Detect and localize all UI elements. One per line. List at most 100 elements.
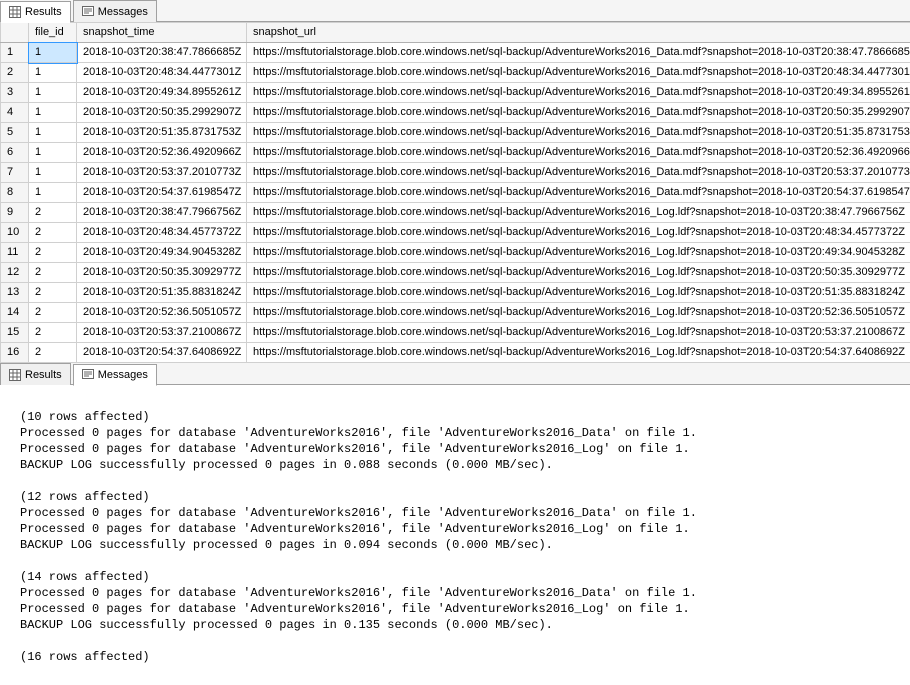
cell-snapshot-time[interactable]: 2018-10-03T20:52:36.4920966Z	[77, 143, 247, 163]
row-number[interactable]: 5	[1, 123, 29, 143]
cell-file-id[interactable]: 2	[29, 243, 77, 263]
cell-snapshot-time[interactable]: 2018-10-03T20:53:37.2100867Z	[77, 323, 247, 343]
row-number[interactable]: 8	[1, 183, 29, 203]
cell-snapshot-time[interactable]: 2018-10-03T20:38:47.7966756Z	[77, 203, 247, 223]
cell-file-id[interactable]: 2	[29, 303, 77, 323]
cell-file-id[interactable]: 1	[29, 63, 77, 83]
row-number[interactable]: 1	[1, 43, 29, 63]
table-row[interactable]: 512018-10-03T20:51:35.8731753Zhttps://ms…	[1, 123, 910, 143]
message-line: BACKUP LOG successfully processed 0 page…	[20, 618, 553, 632]
cell-snapshot-time[interactable]: 2018-10-03T20:54:37.6198547Z	[77, 183, 247, 203]
row-number[interactable]: 4	[1, 103, 29, 123]
cell-snapshot-url[interactable]: https://msftutorialstorage.blob.core.win…	[247, 143, 910, 163]
cell-snapshot-time[interactable]: 2018-10-03T20:54:37.6408692Z	[77, 343, 247, 363]
message-line: (12 rows affected)	[20, 490, 150, 504]
results-grid[interactable]: file_id snapshot_time snapshot_url 11201…	[0, 22, 910, 363]
cell-snapshot-url[interactable]: https://msftutorialstorage.blob.core.win…	[247, 303, 910, 323]
row-number[interactable]: 14	[1, 303, 29, 323]
table-row[interactable]: 112018-10-03T20:38:47.7866685Zhttps://ms…	[1, 43, 910, 63]
row-number[interactable]: 11	[1, 243, 29, 263]
table-row[interactable]: 412018-10-03T20:50:35.2992907Zhttps://ms…	[1, 103, 910, 123]
cell-snapshot-time[interactable]: 2018-10-03T20:52:36.5051057Z	[77, 303, 247, 323]
col-rownum[interactable]	[1, 23, 29, 43]
cell-snapshot-time[interactable]: 2018-10-03T20:49:34.9045328Z	[77, 243, 247, 263]
grid-header-row: file_id snapshot_time snapshot_url	[1, 23, 910, 43]
tab-results[interactable]: Results	[0, 1, 71, 23]
cell-file-id[interactable]: 2	[29, 203, 77, 223]
message-line: Processed 0 pages for database 'Adventur…	[20, 586, 697, 600]
cell-snapshot-time[interactable]: 2018-10-03T20:50:35.2992907Z	[77, 103, 247, 123]
table-row[interactable]: 212018-10-03T20:48:34.4477301Zhttps://ms…	[1, 63, 910, 83]
table-row[interactable]: 1422018-10-03T20:52:36.5051057Zhttps://m…	[1, 303, 910, 323]
table-row[interactable]: 922018-10-03T20:38:47.7966756Zhttps://ms…	[1, 203, 910, 223]
cell-file-id[interactable]: 1	[29, 143, 77, 163]
cell-file-id[interactable]: 2	[29, 323, 77, 343]
table-row[interactable]: 1622018-10-03T20:54:37.6408692Zhttps://m…	[1, 343, 910, 363]
cell-snapshot-url[interactable]: https://msftutorialstorage.blob.core.win…	[247, 63, 910, 83]
row-number[interactable]: 13	[1, 283, 29, 303]
table-row[interactable]: 812018-10-03T20:54:37.6198547Zhttps://ms…	[1, 183, 910, 203]
tab-results-2[interactable]: Results	[0, 363, 71, 385]
cell-snapshot-time[interactable]: 2018-10-03T20:48:34.4577372Z	[77, 223, 247, 243]
cell-snapshot-url[interactable]: https://msftutorialstorage.blob.core.win…	[247, 103, 910, 123]
col-snapshot-time[interactable]: snapshot_time	[77, 23, 247, 43]
cell-snapshot-url[interactable]: https://msftutorialstorage.blob.core.win…	[247, 343, 910, 363]
messages-pane[interactable]: (10 rows affected) Processed 0 pages for…	[0, 385, 910, 685]
table-row[interactable]: 1122018-10-03T20:49:34.9045328Zhttps://m…	[1, 243, 910, 263]
table-row[interactable]: 1322018-10-03T20:51:35.8831824Zhttps://m…	[1, 283, 910, 303]
cell-snapshot-time[interactable]: 2018-10-03T20:53:37.2010773Z	[77, 163, 247, 183]
cell-snapshot-url[interactable]: https://msftutorialstorage.blob.core.win…	[247, 83, 910, 103]
row-number[interactable]: 15	[1, 323, 29, 343]
cell-file-id[interactable]: 1	[29, 123, 77, 143]
cell-snapshot-time[interactable]: 2018-10-03T20:51:35.8831824Z	[77, 283, 247, 303]
table-row[interactable]: 1522018-10-03T20:53:37.2100867Zhttps://m…	[1, 323, 910, 343]
message-line: Processed 0 pages for database 'Adventur…	[20, 602, 690, 616]
cell-file-id[interactable]: 1	[29, 103, 77, 123]
tab-messages[interactable]: Messages	[73, 0, 157, 22]
cell-file-id[interactable]: 1	[29, 163, 77, 183]
table-row[interactable]: 312018-10-03T20:49:34.8955261Zhttps://ms…	[1, 83, 910, 103]
cell-snapshot-url[interactable]: https://msftutorialstorage.blob.core.win…	[247, 323, 910, 343]
cell-snapshot-url[interactable]: https://msftutorialstorage.blob.core.win…	[247, 283, 910, 303]
cell-snapshot-time[interactable]: 2018-10-03T20:38:47.7866685Z	[77, 43, 247, 63]
grid-icon	[9, 6, 21, 18]
row-number[interactable]: 9	[1, 203, 29, 223]
cell-snapshot-url[interactable]: https://msftutorialstorage.blob.core.win…	[247, 183, 910, 203]
cell-file-id[interactable]: 2	[29, 263, 77, 283]
cell-snapshot-time[interactable]: 2018-10-03T20:51:35.8731753Z	[77, 123, 247, 143]
tab-messages-label-2: Messages	[98, 369, 148, 381]
cell-file-id[interactable]: 1	[29, 183, 77, 203]
cell-snapshot-time[interactable]: 2018-10-03T20:50:35.3092977Z	[77, 263, 247, 283]
row-number[interactable]: 7	[1, 163, 29, 183]
cell-snapshot-time[interactable]: 2018-10-03T20:49:34.8955261Z	[77, 83, 247, 103]
col-file-id[interactable]: file_id	[29, 23, 77, 43]
message-line: (14 rows affected)	[20, 570, 150, 584]
row-number[interactable]: 6	[1, 143, 29, 163]
table-row[interactable]: 1022018-10-03T20:48:34.4577372Zhttps://m…	[1, 223, 910, 243]
cell-snapshot-url[interactable]: https://msftutorialstorage.blob.core.win…	[247, 203, 910, 223]
message-line: BACKUP LOG successfully processed 0 page…	[20, 458, 553, 472]
cell-snapshot-time[interactable]: 2018-10-03T20:48:34.4477301Z	[77, 63, 247, 83]
row-number[interactable]: 16	[1, 343, 29, 363]
cell-snapshot-url[interactable]: https://msftutorialstorage.blob.core.win…	[247, 163, 910, 183]
cell-snapshot-url[interactable]: https://msftutorialstorage.blob.core.win…	[247, 223, 910, 243]
table-row[interactable]: 1222018-10-03T20:50:35.3092977Zhttps://m…	[1, 263, 910, 283]
cell-snapshot-url[interactable]: https://msftutorialstorage.blob.core.win…	[247, 263, 910, 283]
table-row[interactable]: 612018-10-03T20:52:36.4920966Zhttps://ms…	[1, 143, 910, 163]
cell-snapshot-url[interactable]: https://msftutorialstorage.blob.core.win…	[247, 43, 910, 63]
cell-file-id[interactable]: 2	[29, 283, 77, 303]
cell-file-id[interactable]: 2	[29, 343, 77, 363]
tab-results-label: Results	[25, 6, 62, 18]
row-number[interactable]: 2	[1, 63, 29, 83]
cell-file-id[interactable]: 1	[29, 43, 77, 63]
cell-file-id[interactable]: 1	[29, 83, 77, 103]
cell-snapshot-url[interactable]: https://msftutorialstorage.blob.core.win…	[247, 243, 910, 263]
cell-file-id[interactable]: 2	[29, 223, 77, 243]
row-number[interactable]: 12	[1, 263, 29, 283]
row-number[interactable]: 10	[1, 223, 29, 243]
row-number[interactable]: 3	[1, 83, 29, 103]
tab-messages-2[interactable]: Messages	[73, 364, 157, 386]
col-snapshot-url[interactable]: snapshot_url	[247, 23, 910, 43]
table-row[interactable]: 712018-10-03T20:53:37.2010773Zhttps://ms…	[1, 163, 910, 183]
cell-snapshot-url[interactable]: https://msftutorialstorage.blob.core.win…	[247, 123, 910, 143]
